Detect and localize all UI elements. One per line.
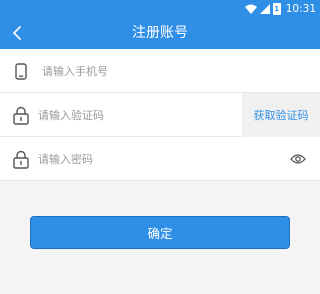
- title-bar: 注册账号: [0, 17, 320, 49]
- status-icons: 1 10:31: [244, 1, 316, 16]
- page-title: 注册账号: [132, 25, 188, 41]
- password-row: [0, 137, 320, 181]
- wifi-icon: [244, 4, 257, 14]
- get-code-button[interactable]: 获取验证码: [242, 93, 320, 137]
- register-form: 获取验证码: [0, 49, 320, 181]
- phone-row: [0, 49, 320, 93]
- signal-icon: [259, 3, 270, 14]
- phone-icon: [12, 61, 30, 81]
- eye-icon: [290, 154, 306, 164]
- verification-code-input[interactable]: [38, 103, 233, 127]
- phone-input[interactable]: [42, 59, 302, 83]
- status-time: 10:31: [285, 2, 316, 15]
- confirm-button[interactable]: 确定: [30, 216, 290, 249]
- password-input[interactable]: [38, 147, 278, 171]
- battery-icon: 1: [272, 2, 281, 15]
- lock-icon: [12, 149, 30, 169]
- code-row: 获取验证码: [0, 93, 320, 137]
- battery-label: 1: [274, 4, 280, 13]
- status-bar: 1 10:31: [0, 0, 320, 17]
- password-visibility-toggle[interactable]: [290, 151, 306, 167]
- lock-icon: [12, 105, 30, 125]
